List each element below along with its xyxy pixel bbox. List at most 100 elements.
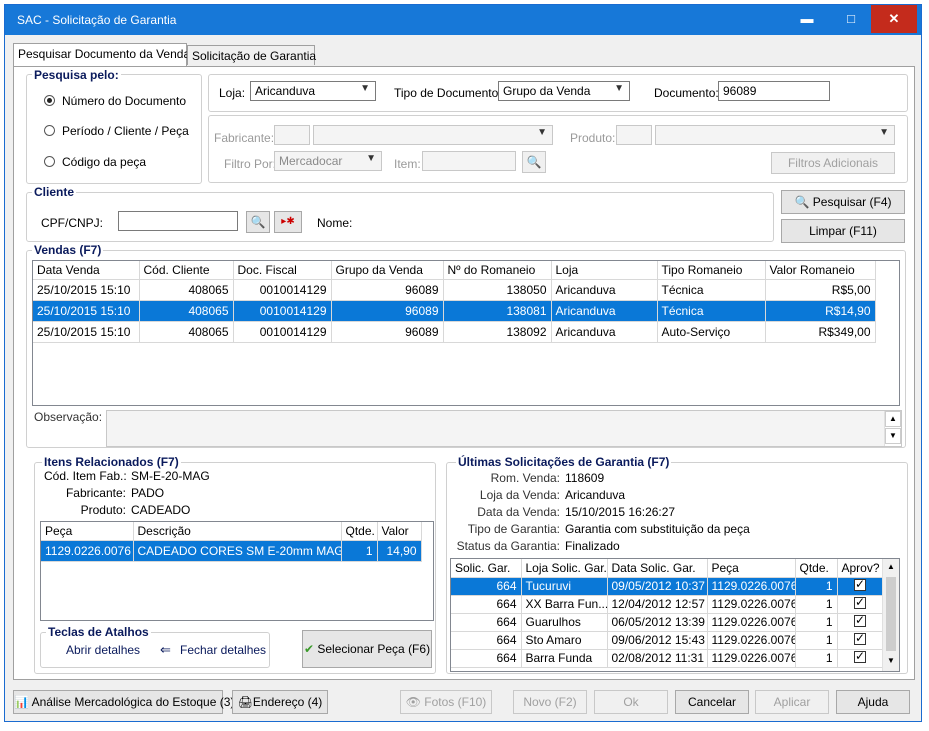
aprov-cell — [837, 595, 884, 614]
cancelar-button[interactable]: Cancelar — [675, 690, 749, 714]
table-cell: Guarulhos — [521, 613, 608, 632]
info-value: Finalizado — [565, 539, 620, 553]
column-header[interactable]: Peça — [707, 559, 796, 578]
minimize-button[interactable]: ▬ — [785, 5, 829, 33]
observacao-field[interactable] — [106, 410, 902, 447]
column-header[interactable]: Loja Solic. Gar. — [521, 559, 608, 578]
itens-label: Itens Relacionados (F7) — [42, 455, 181, 469]
item-search-button[interactable]: 🔍 — [522, 151, 546, 173]
fabricante-select[interactable]: ▼ — [313, 125, 553, 145]
ultimas-label: Últimas Solicitações de Garantia (F7) — [456, 455, 672, 469]
documento-input[interactable]: 96089 — [718, 81, 830, 101]
selecionar-peca-label: Selecionar Peça (F6) — [317, 642, 431, 656]
approved-checkbox[interactable] — [854, 595, 866, 609]
fotos-button[interactable]: 👁 Fotos (F10) — [400, 690, 492, 714]
search-mode-label: Pesquisa pelo: — [32, 68, 121, 82]
table-cell: 96089 — [331, 279, 444, 301]
table-cell: 0010014129 — [233, 321, 332, 343]
column-header[interactable]: Loja — [551, 261, 658, 280]
table-row[interactable]: 664 Guarulhos 06/05/2012 13:39 1129.0226.00… — [451, 613, 884, 632]
novo-button[interactable]: Novo (F2) — [513, 690, 587, 714]
analise-mercadologica-button[interactable]: 📊 Análise Mercadológica do Estoque (3) — [13, 690, 234, 714]
table-cell: 0010014129 — [233, 300, 332, 322]
cliente-label: Cliente — [32, 185, 77, 199]
approved-checkbox[interactable] — [854, 631, 866, 645]
radio-codigo-peca[interactable] — [44, 156, 55, 167]
endereco-button[interactable]: 🖨Endereço (4) — [232, 690, 328, 714]
produto-code-input[interactable] — [616, 125, 652, 145]
approved-checkbox[interactable] — [854, 577, 866, 591]
table-row[interactable]: 25/10/2015 15:10 408065 0010014129 96089 138… — [33, 321, 876, 343]
info-label: Status da Garantia: — [456, 539, 560, 553]
scroll-down-icon[interactable]: ▼ — [883, 653, 899, 669]
pesquisar-button[interactable]: 🔍 Pesquisar (F4) — [781, 190, 905, 214]
column-header[interactable]: Doc. Fiscal — [233, 261, 332, 280]
limpar-button[interactable]: Limpar (F11) — [781, 219, 905, 243]
column-header[interactable]: Aprov? — [837, 559, 884, 578]
table-cell: 1129.0226.0076 — [41, 540, 134, 562]
column-header[interactable]: Solic. Gar. — [451, 559, 522, 578]
column-header[interactable]: Data Solic. Gar. — [607, 559, 708, 578]
table-row[interactable]: 25/10/2015 15:10 408065 0010014129 96089 138… — [33, 279, 876, 301]
fabricante-code-input[interactable] — [274, 125, 310, 145]
title-bar[interactable]: SAC - Solicitação de Garantia ▬ □ ✕ — [5, 5, 921, 35]
table-row[interactable]: 664 XX Barra Fun... 12/04/2012 12:57 1129.0… — [451, 595, 884, 614]
ajuda-button[interactable]: Ajuda — [836, 690, 910, 714]
scroll-thumb[interactable] — [886, 577, 896, 651]
column-header[interactable]: Nº do Romaneio — [443, 261, 552, 280]
produto-label: Produto: — [570, 131, 616, 145]
ok-button[interactable]: Ok — [594, 690, 668, 714]
filtros-adicionais-button[interactable]: Filtros Adicionais — [771, 152, 895, 174]
cliente-search-button[interactable]: 🔍 — [246, 211, 270, 233]
radio-numero-documento-label[interactable]: Número do Documento — [62, 94, 186, 108]
column-header[interactable]: Qtde. — [341, 522, 378, 541]
info-row: Status da Garantia: Finalizado — [450, 539, 890, 556]
close-button[interactable]: ✕ — [871, 5, 917, 33]
column-header[interactable]: Qtde. — [795, 559, 838, 578]
table-row[interactable]: 664 Sto Amaro 09/06/2012 15:43 1129.0226.00… — [451, 631, 884, 650]
loja-select[interactable]: Aricanduva ▼ — [250, 81, 376, 101]
tab-solicitacao-garantia[interactable]: Solicitação de Garantia — [187, 45, 316, 65]
column-header[interactable]: Tipo Romaneio — [657, 261, 766, 280]
cpf-input[interactable] — [118, 211, 238, 231]
aplicar-button[interactable]: Aplicar — [755, 690, 829, 714]
item-input[interactable] — [422, 151, 516, 171]
column-header[interactable]: Grupo da Venda — [331, 261, 444, 280]
scroll-up-icon[interactable]: ▲ — [885, 411, 901, 427]
table-row[interactable]: 1129.0226.0076 CADEADO CORES SM E-20mm MA… — [41, 540, 422, 562]
column-header[interactable]: Descrição — [133, 522, 342, 541]
tab-pesquisar-documento[interactable]: Pesquisar Documento da Venda — [13, 43, 190, 67]
arrow-left-icon: ⇐ — [160, 642, 171, 657]
column-header[interactable]: Cód. Cliente — [139, 261, 234, 280]
produto-select[interactable]: ▼ — [655, 125, 895, 145]
radio-codigo-peca-label[interactable]: Código da peça — [62, 155, 146, 169]
table-cell: 1 — [795, 577, 838, 596]
table-row[interactable]: 664 Tucuruvi 09/05/2012 10:37 1129.0226.007… — [451, 577, 884, 596]
table-cell: 138092 — [443, 321, 552, 343]
table-cell: R$14,90 — [765, 300, 876, 322]
table-row[interactable]: 664 Barra Funda 02/08/2012 11:31 1129.0226.… — [451, 649, 884, 668]
column-header[interactable]: Peça — [41, 522, 134, 541]
radio-numero-documento[interactable] — [44, 95, 55, 106]
table-row[interactable]: 25/10/2015 15:10 408065 0010014129 96089 138… — [33, 300, 876, 322]
column-header[interactable]: Valor — [377, 522, 422, 541]
scroll-up-icon[interactable]: ▲ — [883, 559, 899, 575]
approved-checkbox[interactable] — [854, 649, 866, 663]
produto-item-label: Produto: — [80, 503, 126, 517]
ultimas-scrollbar[interactable]: ▲ ▼ — [882, 559, 899, 671]
scroll-down-icon[interactable]: ▼ — [885, 428, 901, 444]
observacao-scrollbar[interactable]: ▲ ▼ — [884, 411, 901, 446]
cliente-clear-button[interactable]: ▸✱ — [274, 211, 302, 233]
column-header[interactable]: Valor Romaneio — [765, 261, 876, 280]
table-cell: 1129.0226.0076 — [707, 649, 796, 668]
radio-periodo[interactable] — [44, 125, 55, 136]
table-cell: 1129.0226.0076 — [707, 577, 796, 596]
radio-periodo-label[interactable]: Período / Cliente / Peça — [62, 124, 189, 138]
selecionar-peca-button[interactable]: ✔ Selecionar Peça (F6) — [302, 630, 432, 668]
filtro-select[interactable]: Mercadocar ▼ — [274, 151, 382, 171]
approved-checkbox[interactable] — [854, 613, 866, 627]
nome-label: Nome: — [317, 216, 353, 230]
tipo-documento-select[interactable]: Grupo da Venda ▼ — [498, 81, 630, 101]
column-header[interactable]: Data Venda — [33, 261, 140, 280]
maximize-button[interactable]: □ — [829, 5, 873, 33]
